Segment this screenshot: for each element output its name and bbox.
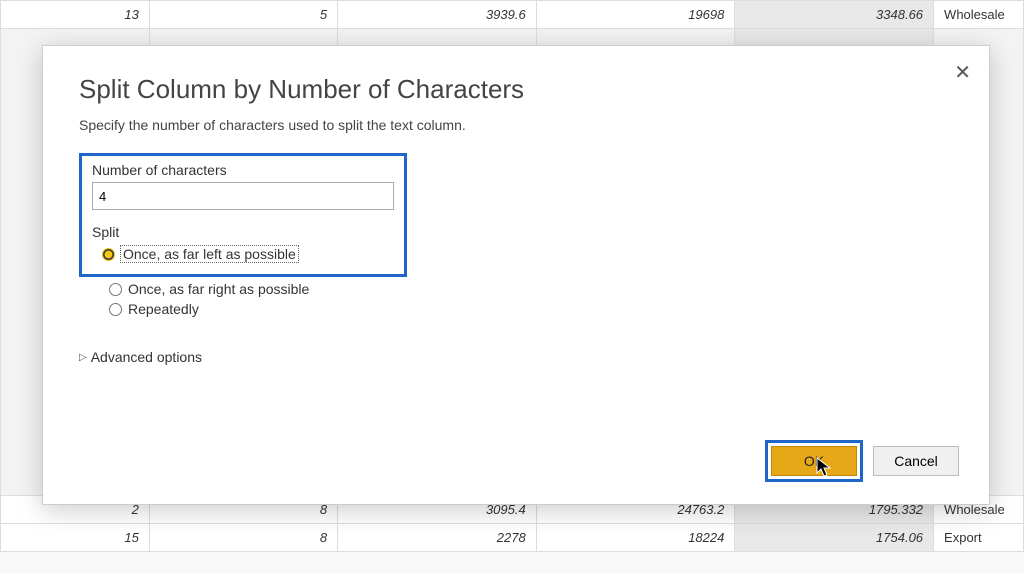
close-icon[interactable]: ✕	[954, 60, 971, 85]
radio-once-left-label: Once, as far left as possible	[121, 246, 298, 262]
cell[interactable]: 19698	[536, 1, 735, 29]
radio-once-right[interactable]: Once, as far right as possible	[109, 279, 953, 299]
ok-highlight: OK	[765, 440, 863, 482]
cell[interactable]: Export	[934, 524, 1024, 552]
dialog-buttons: OK Cancel	[765, 440, 959, 482]
radio-repeatedly-label: Repeatedly	[128, 301, 199, 317]
num-chars-input[interactable]	[92, 182, 394, 210]
dialog-title: Split Column by Number of Characters	[79, 74, 953, 105]
radio-once-left-input[interactable]	[102, 248, 115, 261]
cell[interactable]: 3939.6	[338, 1, 537, 29]
cell[interactable]: 8	[149, 524, 337, 552]
table-row: 13 5 3939.6 19698 3348.66 Wholesale	[1, 1, 1024, 29]
ok-button[interactable]: OK	[771, 446, 857, 476]
cell[interactable]: Wholesale	[934, 1, 1024, 29]
cell[interactable]: 18224	[536, 524, 735, 552]
table-row: 15 8 2278 18224 1754.06 Export	[1, 524, 1024, 552]
cell[interactable]: 5	[149, 1, 337, 29]
radio-once-right-input[interactable]	[109, 283, 122, 296]
dialog-description: Specify the number of characters used to…	[79, 117, 953, 133]
split-label: Split	[92, 224, 394, 240]
advanced-options-label: Advanced options	[91, 349, 202, 365]
cell[interactable]: 3348.66	[735, 1, 934, 29]
radio-repeatedly[interactable]: Repeatedly	[109, 299, 953, 319]
cancel-button[interactable]: Cancel	[873, 446, 959, 476]
split-column-dialog: ✕ Split Column by Number of Characters S…	[42, 45, 990, 505]
cell[interactable]: 2278	[338, 524, 537, 552]
chevron-right-icon: ▷	[79, 352, 87, 363]
radio-once-left[interactable]: Once, as far left as possible	[102, 244, 394, 264]
radio-once-right-label: Once, as far right as possible	[128, 281, 309, 297]
cell[interactable]: 15	[1, 524, 150, 552]
radio-repeatedly-input[interactable]	[109, 303, 122, 316]
advanced-options-toggle[interactable]: ▷ Advanced options	[79, 349, 953, 365]
ok-button-label: OK	[804, 453, 824, 469]
num-chars-label: Number of characters	[92, 162, 394, 178]
cell[interactable]: 13	[1, 1, 150, 29]
cell[interactable]: 1754.06	[735, 524, 934, 552]
highlighted-inputs: Number of characters Split Once, as far …	[79, 153, 407, 277]
